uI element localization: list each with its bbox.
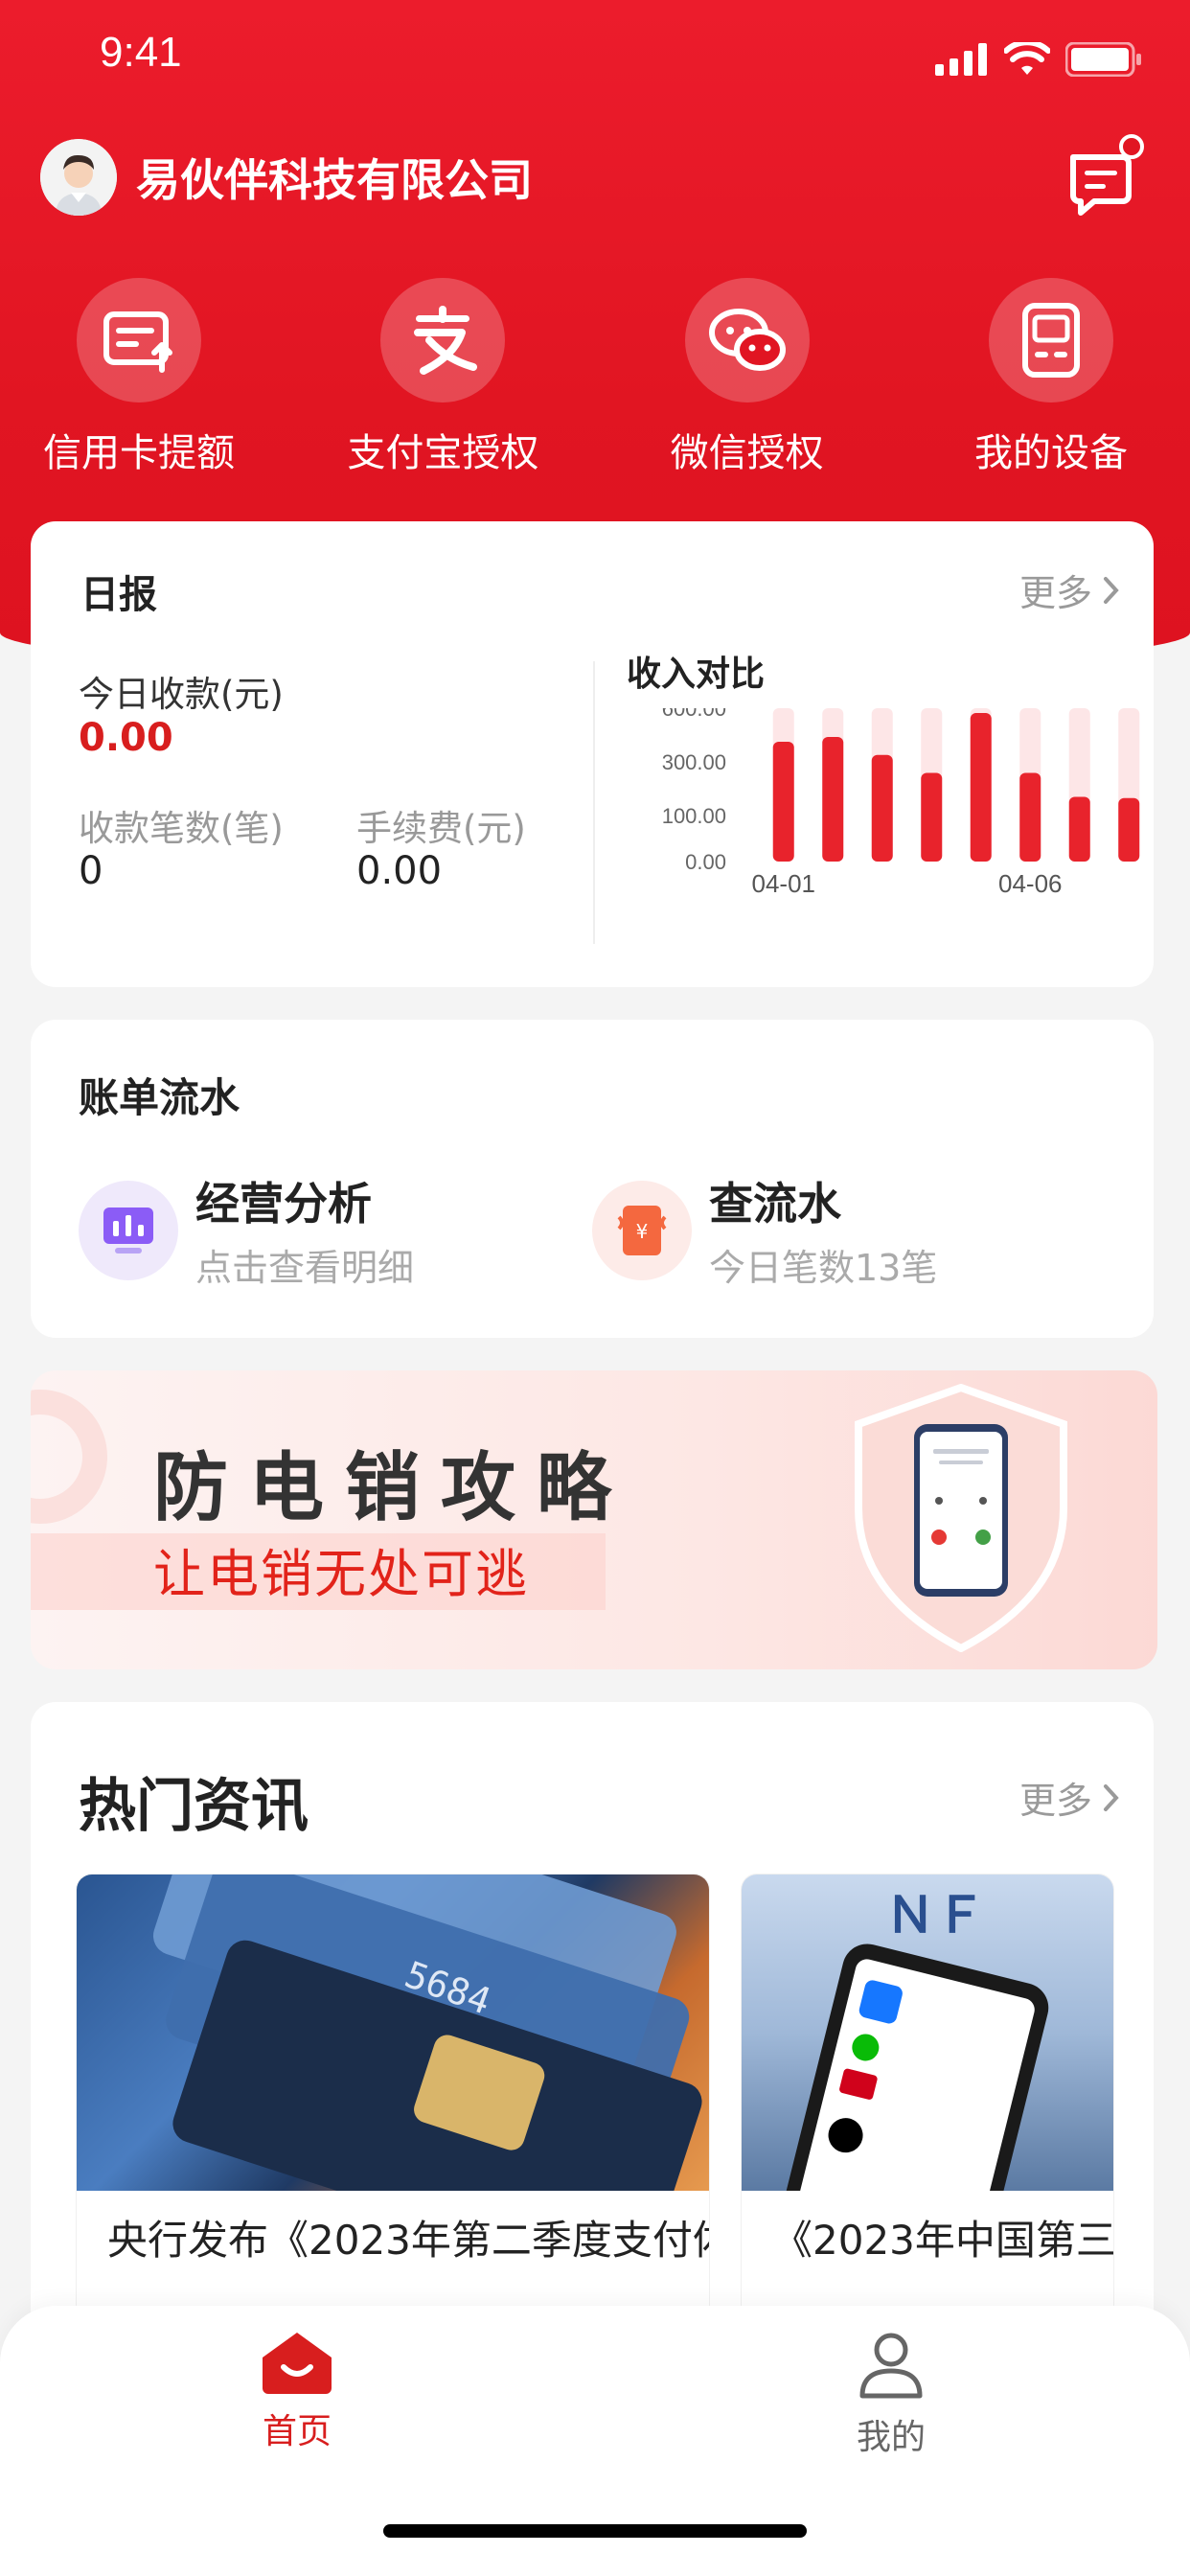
chart-bar <box>822 737 844 862</box>
tab-mine-label: 我的 <box>856 2418 926 2457</box>
avatar[interactable] <box>40 139 117 216</box>
divider <box>593 661 595 944</box>
y-tick-label: 300.00 <box>662 750 726 774</box>
quick-action-icon-bg <box>684 278 810 402</box>
x-tick-label: 04-06 <box>998 869 1063 898</box>
chart-bar <box>1019 772 1041 862</box>
chart-bar <box>871 754 893 862</box>
quick-actions: 信用卡提额 支付宝授权 微信授权 我的设备 <box>0 278 1190 477</box>
quick-action-label: 微信授权 <box>670 431 824 475</box>
status-bar: 9:41 <box>0 0 1190 125</box>
check-flow-button[interactable]: ¥ 查流水 今日笔数13笔 <box>592 1169 937 1291</box>
tab-home[interactable]: 首页 <box>201 2331 393 2453</box>
chart-title: 收入对比 <box>627 655 766 694</box>
quick-action-wechat[interactable]: 微信授权 <box>637 278 858 477</box>
quick-action-icon-bg <box>77 278 201 402</box>
top-header: 易伙伴科技有限公司 <box>40 134 1152 216</box>
flow-title: 查流水 <box>709 1178 841 1230</box>
flow-subtitle: 今日笔数13笔 <box>709 1247 938 1289</box>
quick-action-label: 信用卡提额 <box>43 431 235 475</box>
home-icon <box>263 2333 332 2394</box>
quick-action-label: 支付宝授权 <box>347 431 539 475</box>
chevron-right-icon <box>1104 576 1119 604</box>
receipt-icon: ¥ <box>617 1205 667 1255</box>
news-item-title: 《2023年中国第三方支付行业研究报告》解读 <box>772 2217 1113 2264</box>
signal-icon <box>935 43 987 76</box>
quick-action-device[interactable]: 我的设备 <box>941 278 1161 477</box>
banner-title: 防电销攻略 <box>153 1445 633 1531</box>
news-image-mobile-pay: ＮＦ <box>742 1874 1113 2191</box>
banner-subtitle: 让电销无处可逃 <box>153 1544 529 1604</box>
status-time: 9:41 <box>100 29 182 76</box>
unread-dot <box>1119 134 1144 159</box>
quick-action-credit-card[interactable]: 信用卡提额 <box>29 278 249 477</box>
today-income-value: 0.00 <box>79 716 173 760</box>
decor-ring <box>31 1390 107 1524</box>
payment-count-label: 收款笔数(笔) <box>79 808 284 849</box>
message-button[interactable] <box>1065 134 1152 220</box>
mobile-payment-photo: ＮＦ <box>785 1887 1049 2191</box>
company-name: 易伙伴科技有限公司 <box>136 154 533 206</box>
analysis-chart-icon <box>103 1207 153 1254</box>
news-more-link[interactable]: 更多 <box>1019 1771 1121 1824</box>
analysis-icon-bg <box>79 1180 178 1280</box>
chart-bar <box>921 772 943 862</box>
fee-value: 0.00 <box>356 849 443 893</box>
svg-text:¥: ¥ <box>636 1220 649 1243</box>
daily-report-card: 日报 更多 今日收款(元) 0.00 收款笔数(笔) 0 手续费(元) 0.00… <box>31 521 1154 987</box>
daily-more-label: 更多 <box>1018 572 1092 614</box>
user-icon <box>859 2333 923 2399</box>
analysis-subtitle: 点击查看明细 <box>195 1247 415 1289</box>
wechat-icon <box>708 309 786 371</box>
business-analysis-button[interactable]: 经营分析 点击查看明细 <box>79 1169 414 1291</box>
quick-action-icon-bg <box>988 278 1113 402</box>
flow-icon-bg: ¥ <box>592 1180 692 1280</box>
analysis-title: 经营分析 <box>195 1178 372 1230</box>
chevron-right-icon <box>1104 1783 1119 1811</box>
status-icons <box>935 42 1142 77</box>
credit-card-photo: 5684 <box>152 1874 702 2191</box>
y-tick-label: 100.00 <box>662 804 726 828</box>
svg-text:ＮＦ: ＮＦ <box>885 1887 985 1944</box>
tab-home-label: 首页 <box>262 2412 332 2451</box>
chart-bar <box>1068 796 1090 862</box>
quick-action-label: 我的设备 <box>973 431 1128 475</box>
credit-card-icon <box>103 311 172 373</box>
home-indicator <box>383 2524 807 2538</box>
tab-mine[interactable]: 我的 <box>795 2331 987 2459</box>
y-tick-label: 600.00 <box>662 708 726 721</box>
payment-count-value: 0 <box>79 849 103 893</box>
device-icon <box>1021 303 1080 378</box>
bill-flow-card: 账单流水 经营分析 点击查看明细 ¥ 查流水 今日笔数13笔 <box>31 1020 1154 1338</box>
battery-icon <box>1065 42 1141 77</box>
avatar-icon <box>40 139 117 216</box>
wifi-icon <box>1004 42 1050 75</box>
shield-phone-icon <box>855 1384 1067 1652</box>
daily-more-link[interactable]: 更多 <box>1019 564 1121 616</box>
quick-action-icon-bg <box>380 278 506 402</box>
news-image-credit-cards: 5684 <box>77 1874 709 2191</box>
anti-fraud-banner[interactable]: 防电销攻略 让电销无处可逃 <box>31 1370 1157 1669</box>
today-income-label: 今日收款(元) <box>79 674 284 715</box>
income-chart: 600.00 300.00 100.00 0.00 04-01 04-06 <box>662 708 1140 898</box>
news-more-label: 更多 <box>1018 1780 1092 1822</box>
chart-bar <box>1118 797 1140 862</box>
daily-title: 日报 <box>80 573 157 617</box>
chart-bar <box>772 742 794 862</box>
news-item-title: 央行发布《2023年第二季度支付体系运行总体情况》 <box>107 2217 709 2264</box>
fee-label: 手续费(元) <box>356 808 526 849</box>
alipay-icon <box>414 306 478 375</box>
chart-bar <box>970 713 992 862</box>
quick-action-alipay[interactable]: 支付宝授权 <box>332 278 553 477</box>
y-tick-label: 0.00 <box>685 850 726 874</box>
news-title: 热门资讯 <box>79 1773 309 1840</box>
bill-title: 账单流水 <box>79 1074 240 1121</box>
x-tick-label: 04-01 <box>752 869 816 898</box>
